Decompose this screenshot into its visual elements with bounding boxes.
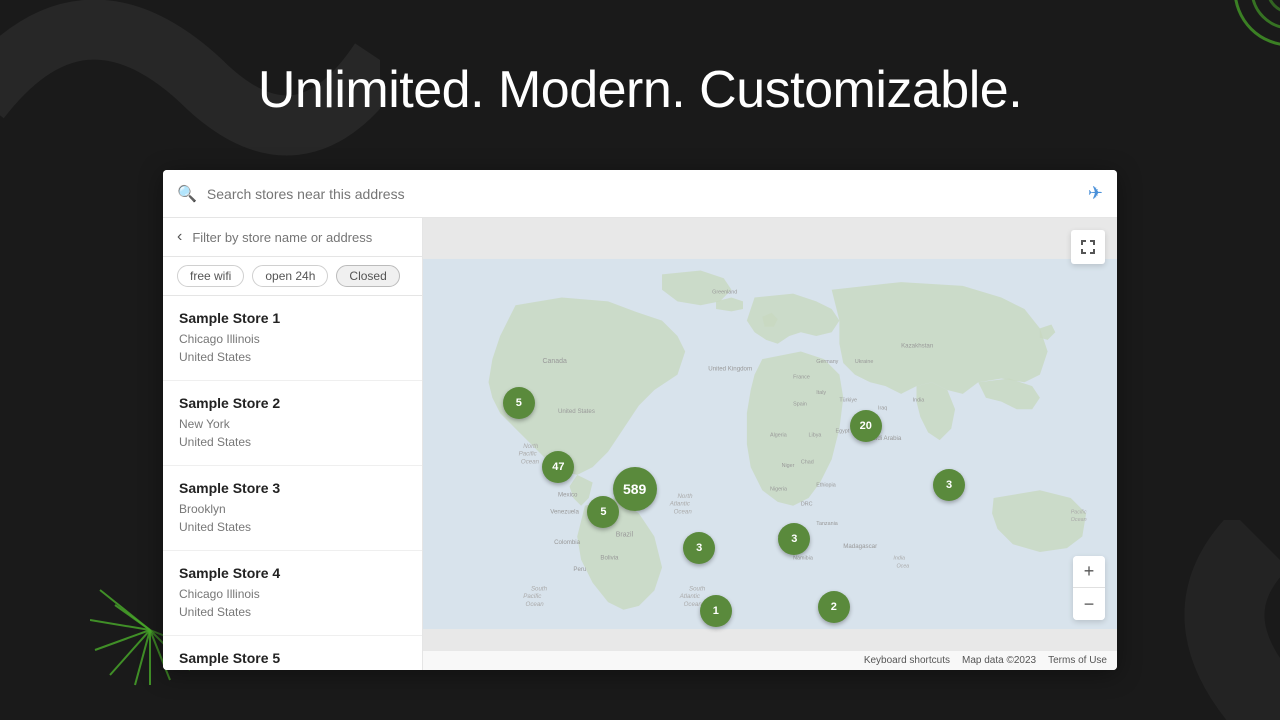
svg-text:Pacific: Pacific	[519, 451, 538, 458]
svg-text:United Kingdom: United Kingdom	[708, 366, 752, 373]
store-item-4[interactable]: Sample Store 4 Chicago Illinois United S…	[163, 551, 422, 636]
map-marker-3-wa[interactable]: 3	[778, 523, 810, 555]
svg-text:Canada: Canada	[543, 358, 567, 365]
svg-text:Ocean: Ocean	[521, 458, 540, 465]
svg-text:Türkiye: Türkiye	[839, 398, 857, 404]
store-item-1[interactable]: Sample Store 1 Chicago Illinois United S…	[163, 296, 422, 381]
filter-tag-closed[interactable]: Closed	[336, 265, 399, 287]
keyboard-shortcuts-link[interactable]: Keyboard shortcuts	[864, 655, 950, 666]
svg-text:South: South	[689, 586, 706, 593]
store-name-3: Sample Store 3	[179, 480, 406, 496]
main-heading: Unlimited. Modern. Customizable.	[0, 60, 1280, 120]
store-locator-widget: 🔍 ✈ ‹ free wifi open 24h Closed Sample S…	[163, 170, 1117, 670]
store-name-1: Sample Store 1	[179, 310, 406, 326]
svg-text:Venezuela: Venezuela	[550, 508, 579, 515]
map-marker-589[interactable]: 589	[613, 467, 657, 511]
store-address-4: Chicago Illinois United States	[179, 585, 406, 621]
svg-text:India: India	[913, 398, 925, 404]
svg-text:North: North	[677, 493, 693, 500]
svg-text:Ocean: Ocean	[674, 508, 693, 515]
map-area[interactable]: Canada United States Greenland United Ki…	[423, 218, 1117, 670]
svg-text:Madagascar: Madagascar	[843, 543, 877, 550]
fullscreen-icon	[1080, 239, 1096, 255]
svg-text:Egypt: Egypt	[836, 428, 850, 434]
map-marker-3-asia[interactable]: 3	[933, 469, 965, 501]
svg-text:India: India	[893, 556, 905, 562]
map-marker-5-ca[interactable]: 5	[587, 496, 619, 528]
svg-text:Libya: Libya	[809, 432, 822, 438]
filter-tag-free-wifi[interactable]: free wifi	[177, 265, 244, 287]
svg-text:Peru: Peru	[573, 566, 587, 573]
map-data-label: Map data ©2023	[962, 655, 1036, 666]
main-area: ‹ free wifi open 24h Closed Sample Store…	[163, 218, 1117, 670]
svg-text:Brazil: Brazil	[616, 532, 634, 539]
map-marker-1[interactable]: 1	[700, 595, 732, 627]
store-name-4: Sample Store 4	[179, 565, 406, 581]
svg-text:Atlantic: Atlantic	[679, 593, 701, 600]
zoom-in-button[interactable]: +	[1073, 556, 1105, 588]
store-name-5: Sample Store 5	[179, 650, 406, 666]
store-item-3[interactable]: Sample Store 3 Brooklyn United States	[163, 466, 422, 551]
svg-text:Iraq: Iraq	[878, 405, 887, 411]
svg-text:South: South	[531, 586, 548, 593]
map-marker-47[interactable]: 47	[542, 451, 574, 483]
svg-text:Ethiopia: Ethiopia	[816, 482, 835, 488]
svg-text:Algeria: Algeria	[770, 432, 787, 438]
search-input[interactable]	[207, 186, 1088, 202]
svg-text:Ocea: Ocea	[896, 563, 909, 569]
map-zoom-controls: + −	[1073, 556, 1105, 620]
store-address-3: Brooklyn United States	[179, 500, 406, 536]
svg-text:Italy: Italy	[816, 390, 826, 396]
store-item-5[interactable]: Sample Store 5	[163, 636, 422, 670]
sidebar: ‹ free wifi open 24h Closed Sample Store…	[163, 218, 423, 670]
svg-text:Spain: Spain	[793, 401, 807, 407]
svg-text:Pacific: Pacific	[1071, 509, 1087, 515]
map-marker-5-nw[interactable]: 5	[503, 387, 535, 419]
svg-text:North: North	[523, 443, 539, 450]
store-list: Sample Store 1 Chicago Illinois United S…	[163, 296, 422, 670]
search-icon: 🔍	[177, 184, 197, 204]
svg-text:Pacific: Pacific	[523, 593, 542, 600]
svg-text:Niger: Niger	[782, 463, 795, 469]
map-marker-2[interactable]: 2	[818, 591, 850, 623]
svg-text:DRC: DRC	[801, 502, 813, 508]
svg-text:Germany: Germany	[816, 359, 838, 365]
svg-text:Namibia: Namibia	[793, 556, 813, 562]
fullscreen-button[interactable]	[1071, 230, 1105, 264]
svg-text:United States: United States	[558, 408, 595, 415]
map-background: Canada United States Greenland United Ki…	[423, 218, 1117, 670]
svg-text:Kazakhstan: Kazakhstan	[901, 343, 934, 350]
store-name-2: Sample Store 2	[179, 395, 406, 411]
store-address-1: Chicago Illinois United States	[179, 330, 406, 366]
filter-tag-open-24h[interactable]: open 24h	[252, 265, 328, 287]
svg-text:Greenland: Greenland	[712, 290, 737, 296]
back-button[interactable]: ‹	[173, 226, 186, 248]
location-arrow-icon[interactable]: ✈	[1088, 183, 1103, 204]
svg-text:Ukraine: Ukraine	[855, 359, 874, 365]
map-marker-3-sa[interactable]: 3	[683, 532, 715, 564]
filter-input[interactable]	[192, 230, 412, 245]
zoom-out-button[interactable]: −	[1073, 588, 1105, 620]
svg-text:Mexico: Mexico	[558, 491, 578, 498]
store-item-2[interactable]: Sample Store 2 New York United States	[163, 381, 422, 466]
map-marker-20[interactable]: 20	[850, 410, 882, 442]
svg-text:Nigeria: Nigeria	[770, 486, 787, 492]
svg-text:Ocean: Ocean	[1071, 517, 1087, 523]
svg-text:Tanzania: Tanzania	[816, 521, 838, 527]
store-address-2: New York United States	[179, 415, 406, 451]
svg-text:Ocean: Ocean	[526, 601, 545, 608]
svg-text:Chad: Chad	[801, 459, 814, 465]
svg-text:France: France	[793, 374, 810, 380]
svg-text:Bolivia: Bolivia	[600, 555, 619, 562]
svg-text:Atlantic: Atlantic	[669, 501, 691, 508]
terms-of-use-link[interactable]: Terms of Use	[1048, 655, 1107, 666]
search-bar: 🔍 ✈	[163, 170, 1117, 218]
filter-tags: free wifi open 24h Closed	[163, 257, 422, 296]
sidebar-filter-bar: ‹	[163, 218, 422, 257]
map-footer: Keyboard shortcuts Map data ©2023 Terms …	[423, 651, 1117, 670]
svg-text:Colombia: Colombia	[554, 539, 581, 546]
